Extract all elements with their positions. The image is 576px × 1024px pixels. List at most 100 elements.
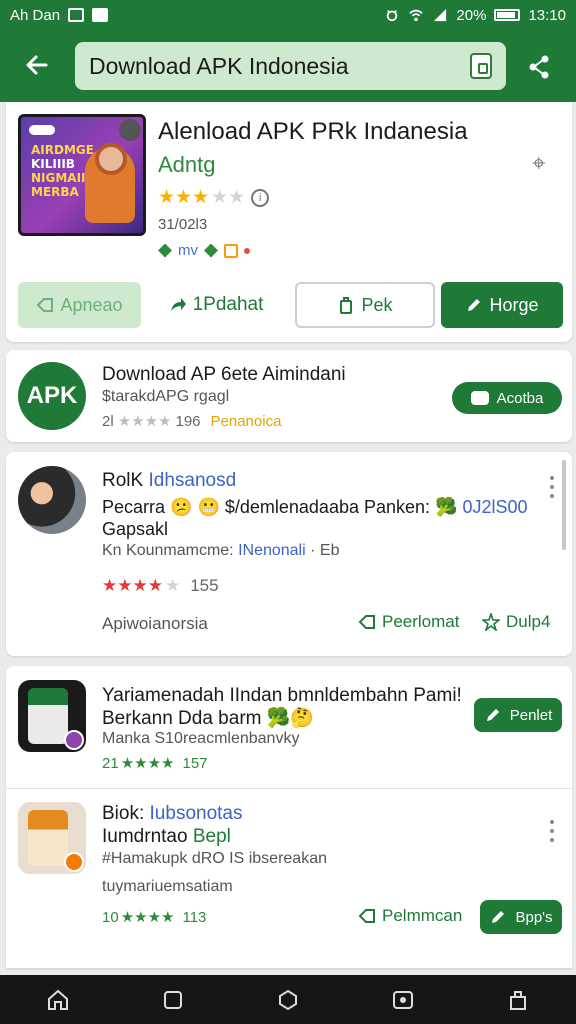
thumbnail-badge <box>29 125 55 135</box>
post-action-1-label: Peerlomat <box>382 612 460 631</box>
system-nav-bar <box>0 975 576 1024</box>
tag-icon <box>158 243 172 258</box>
list-item-2-title-a: Biok: <box>102 803 150 824</box>
close-icon[interactable]: ⌖ <box>532 150 546 178</box>
apk-stars: ★★★★ <box>117 413 172 430</box>
release-date: 31/02l3 <box>158 216 208 233</box>
thumbnail-figure-head <box>95 143 127 175</box>
list-item-1-title[interactable]: Yariamenadah IIndan bmnldembahn Pami! Be… <box>102 684 492 730</box>
share-icon[interactable] <box>527 54 553 80</box>
app-thumbnail[interactable]: AIRDMGE KILIIIB NIGMAII MERBA <box>18 114 146 236</box>
post-author[interactable]: RolK Idhsanosd <box>102 470 236 492</box>
back-button[interactable] <box>22 50 56 82</box>
list-item-1-rating: 21 ★★★★ 157 <box>102 754 208 773</box>
alarm-icon <box>387 10 398 22</box>
app-bar: Download APK Indonesia <box>0 30 576 102</box>
rating-stars-empty: ★★ <box>211 187 246 208</box>
list-item-2-title-b: Iubsonotas <box>149 803 243 824</box>
more-options-icon[interactable] <box>549 476 555 502</box>
list-item-1-rating-prefix: 21 <box>102 754 119 772</box>
wifi-icon <box>409 9 424 22</box>
avatar[interactable] <box>18 466 86 534</box>
list-item-2-button[interactable]: Bpp's <box>480 900 562 934</box>
clipboard-icon[interactable] <box>470 53 492 79</box>
info-icon[interactable]: i <box>251 188 270 207</box>
app-icon-2[interactable] <box>18 802 86 874</box>
list-item-2-button-label: Bpp's <box>515 908 553 926</box>
post-meta-b: INenonali <box>238 542 306 559</box>
list-item-2-rating: 10 ★★★★ 113 <box>102 908 207 927</box>
list-item-2-action[interactable]: Pelmmcan <box>358 906 462 926</box>
post-text-a: Pecarra 😕 😬 <box>102 497 225 517</box>
notification-icon <box>92 8 109 22</box>
assistant-icon[interactable] <box>391 988 415 1012</box>
pek-button[interactable]: Pek <box>295 282 435 328</box>
list-item-1-stars: ★★★★ <box>120 755 175 772</box>
star-outline-icon <box>482 613 500 631</box>
list-item-2-title-c: Iumdrntao <box>102 826 193 847</box>
list-item-1-button[interactable]: Penlet <box>474 698 562 732</box>
post-stars-empty: ★ <box>164 576 181 595</box>
post-rating: ★★★★ ★ 155 <box>102 576 219 596</box>
image-icon <box>224 243 238 258</box>
scrollbar[interactable] <box>562 460 566 550</box>
install-label: Horge <box>489 294 539 315</box>
app-list: Yariamenadah IIndan bmnldembahn Pami! Be… <box>6 666 572 968</box>
apneao-button[interactable]: Apneao <box>18 282 141 328</box>
recents-icon[interactable] <box>161 988 185 1012</box>
apk-subtitle: $tarakdAPG rgagl <box>102 388 230 405</box>
apk-title: Download AP 6ete Aimindani <box>102 364 346 385</box>
post-action-1[interactable]: Peerlomat <box>358 612 459 632</box>
circle-home-icon[interactable] <box>276 988 300 1012</box>
post-meta-c: · Eb <box>305 542 340 559</box>
thumbnail-avatar <box>119 119 141 141</box>
post-text-c: 0J2lS00 <box>462 497 528 517</box>
search-input[interactable]: Download APK Indonesia <box>75 42 506 90</box>
search-query: Download APK Indonesia <box>89 52 349 79</box>
post-text-d: Gapsakl <box>102 519 169 539</box>
thumbnail-text-2: KILIIIB <box>31 157 75 171</box>
apneao-label: Apneao <box>60 294 123 315</box>
chat-bubble-icon <box>470 391 489 405</box>
pencil-icon <box>486 709 499 721</box>
thumbnail-text-4: MERBA <box>31 185 79 199</box>
post-action-2-label: Dulp4 <box>506 612 551 631</box>
meta-text: mv <box>178 242 198 259</box>
post-text-b: $/demlenadaaba Panken: 🥦 <box>224 497 463 517</box>
apk-action-button[interactable]: Acotba <box>452 382 562 414</box>
developer-link[interactable]: Adntg <box>158 152 216 178</box>
bag-icon <box>340 297 353 314</box>
thumbnail-text-3: NIGMAII <box>31 171 86 185</box>
post-meta-a: Kn Kounmamcme: <box>102 542 239 559</box>
rating-row: ★★★ ★★ i <box>158 186 270 209</box>
menu-icon[interactable] <box>506 988 530 1012</box>
tag-outline-icon <box>358 909 375 923</box>
clock: 13:10 <box>528 6 566 24</box>
post-author-handle: Idhsanosd <box>148 470 237 491</box>
meta-row: mv <box>158 242 250 259</box>
apk-result-card[interactable]: APK Download AP 6ete Aimindani $tarakdAP… <box>6 350 572 442</box>
list-item-1-button-label: Penlet <box>509 706 553 724</box>
pencil-icon <box>492 911 505 923</box>
tag-outline-icon <box>37 298 54 312</box>
list-item-1-title-a: Yariamenadah IIndan bmnldembahn Pami! <box>102 685 462 706</box>
share-app-label: 1Pdahat <box>192 294 264 315</box>
carrier-label: Ah Dan <box>10 6 61 24</box>
list-item-1-count: 157 <box>182 754 208 772</box>
home-icon[interactable] <box>46 988 70 1012</box>
pek-label: Pek <box>361 294 393 315</box>
gallery-icon <box>68 8 85 22</box>
list-item-2-count: 113 <box>182 908 207 926</box>
install-button[interactable]: Horge <box>441 282 563 328</box>
apk-category: Penanoica <box>210 412 282 430</box>
post-action-2[interactable]: Dulp4 <box>482 612 550 632</box>
list-item-2-title[interactable]: Biok: Iubsonotas Iumdrntao Bepl <box>102 802 482 848</box>
list-item-2-title-d: Bepl <box>192 826 231 847</box>
dot-icon <box>244 247 250 254</box>
app-title: Alenload APK PRk Indanesia <box>158 118 468 145</box>
arrow-left-icon <box>26 55 48 75</box>
share-app-button[interactable]: 1Pdahat <box>156 282 276 328</box>
app-icon-1[interactable] <box>18 680 86 752</box>
more-options-icon[interactable] <box>549 820 555 846</box>
list-item-2-action-label: Pelmmcan <box>382 906 463 925</box>
